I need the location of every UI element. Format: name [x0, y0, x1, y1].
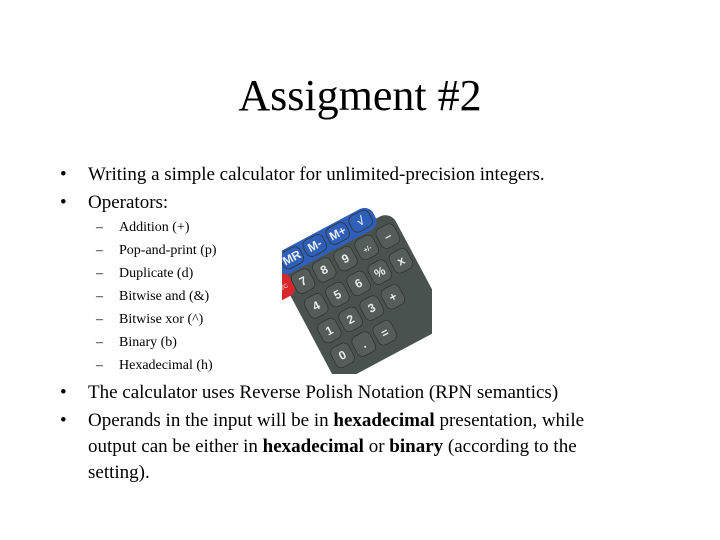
bold-text-run: hexadecimal — [333, 410, 435, 431]
operator-text: Bitwise and (&) — [119, 289, 210, 304]
operator-text: Pop-and-print (p) — [119, 243, 217, 258]
bullet-marker: • — [60, 382, 67, 403]
dash-marker: – — [96, 289, 103, 304]
text-run: (according to the — [443, 436, 577, 457]
bullet-text-line: Operands in the input will be in hexadec… — [88, 409, 584, 433]
operator-text: Addition (+) — [119, 220, 190, 235]
bullet-text-line: output can be either in hexadecimal or b… — [88, 435, 577, 459]
dash-marker: – — [96, 243, 103, 258]
bold-text-run: hexadecimal — [262, 436, 364, 457]
dash-marker: – — [96, 266, 103, 281]
bullet-text: Writing a simple calculator for unlimite… — [88, 164, 545, 185]
operator-text: Duplicate (d) — [119, 266, 194, 281]
dash-marker: – — [96, 220, 103, 235]
bullet-marker: • — [60, 410, 67, 431]
calculator-keypad-image: 789+/-–456%x123+0.= MRM-M+√ON/C — [282, 207, 432, 374]
dash-marker: – — [96, 312, 103, 327]
dash-marker: – — [96, 358, 103, 373]
bullet-text-line: setting). — [88, 462, 150, 483]
text-run: Operands in the input will be in — [88, 410, 334, 431]
dash-marker: – — [96, 335, 103, 350]
slide-title: Assigment #2 — [238, 71, 482, 120]
bullet-marker: • — [60, 192, 67, 213]
bullet-text: Operators: — [88, 192, 169, 213]
text-run: output can be either in — [88, 436, 263, 457]
operator-text: Binary (b) — [119, 335, 177, 350]
bullet-text: The calculator uses Reverse Polish Notat… — [88, 382, 559, 403]
operator-text: Bitwise xor (^) — [119, 312, 204, 327]
bold-text-run: binary — [389, 436, 444, 457]
bullet-marker: • — [60, 164, 67, 185]
text-run: or — [363, 436, 390, 457]
text-run: presentation, while — [434, 410, 585, 431]
operator-text: Hexadecimal (h) — [119, 358, 213, 373]
